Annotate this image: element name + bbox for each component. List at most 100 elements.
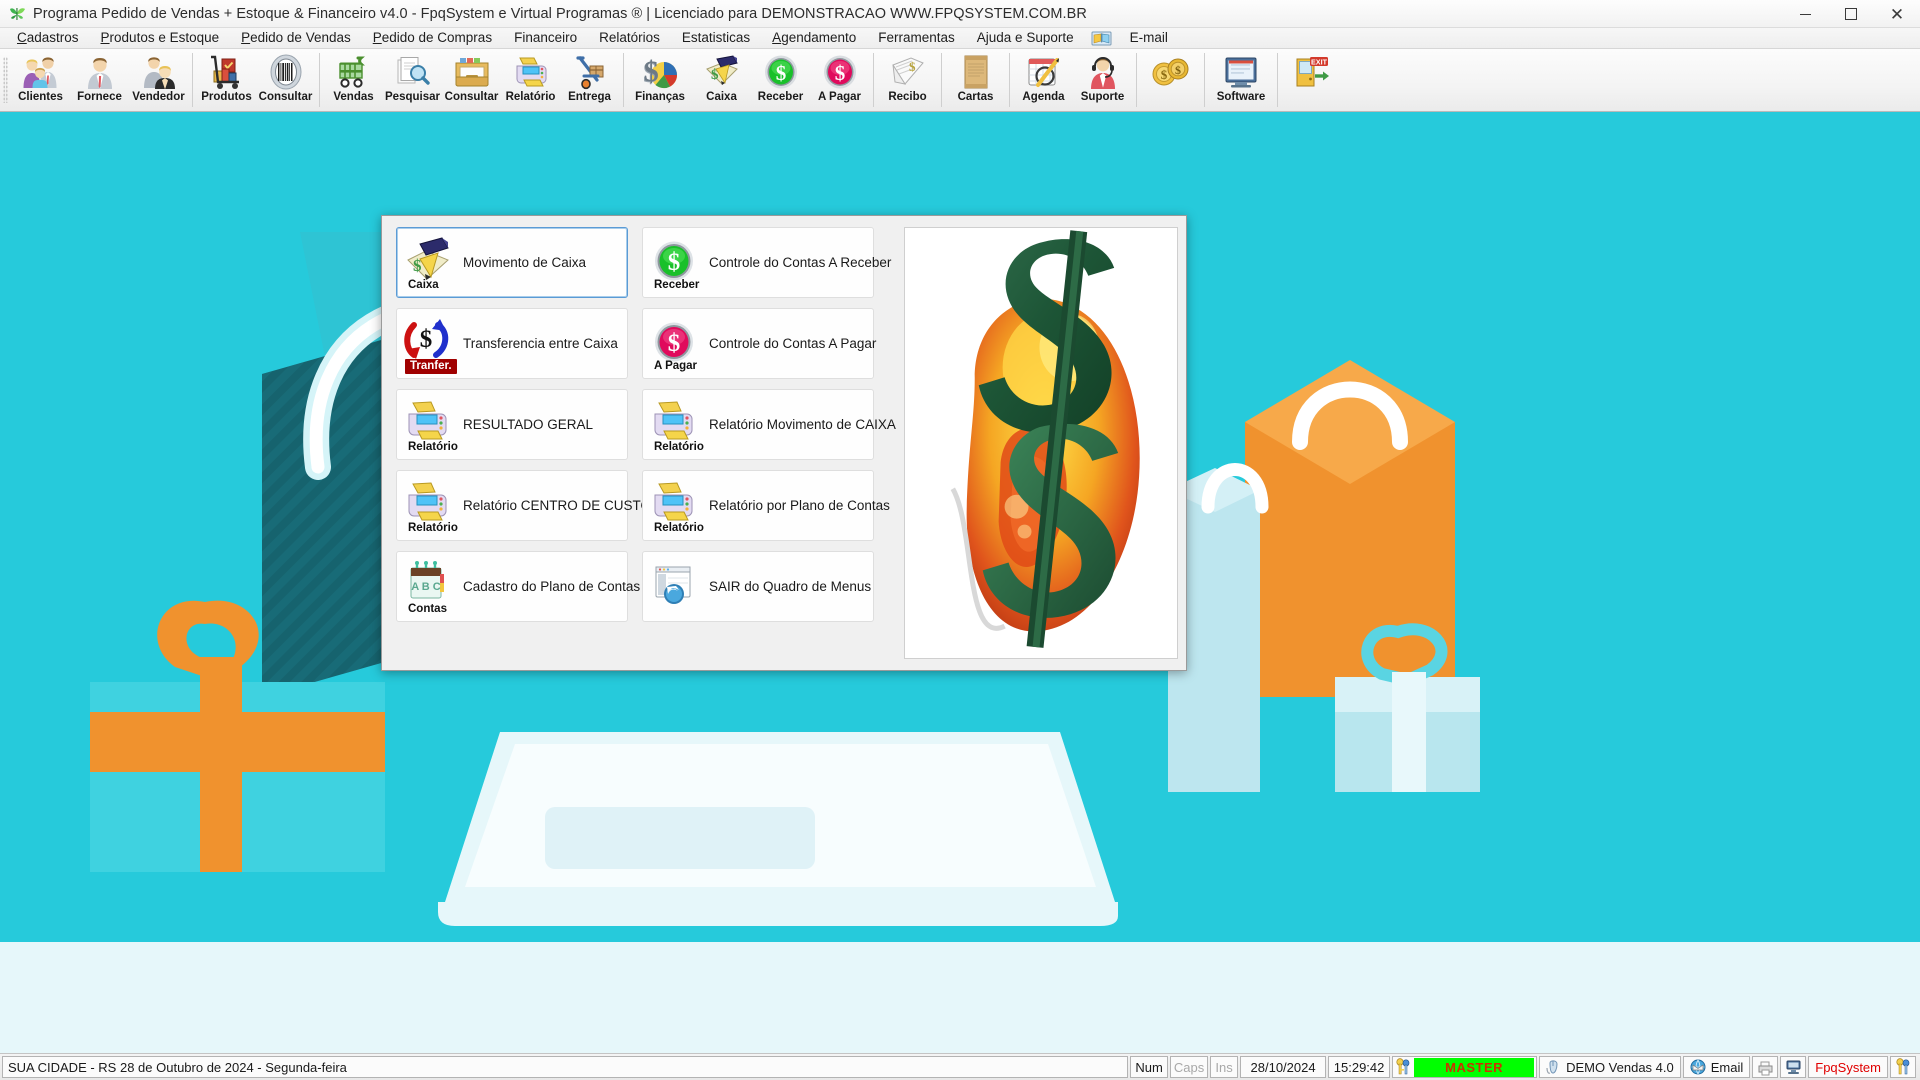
toolbar-button-caixa[interactable]: $ Caixa <box>692 49 751 111</box>
brand-key-icon <box>1890 1056 1916 1078</box>
menu-button-sublabel: Caixa <box>408 279 439 291</box>
toolbar-button-clientes[interactable]: Clientes <box>11 49 70 111</box>
supplier-person-icon <box>82 53 118 90</box>
exit-door-icon: EXIT <box>1293 53 1331 90</box>
menu-item-agendamento[interactable]: Agendamento <box>761 28 867 49</box>
menu-item-financeiro[interactable]: Financeiro <box>503 28 588 49</box>
server-small-icon[interactable] <box>1780 1056 1806 1078</box>
menu-button-relatorio-centro-de-custos[interactable]: Relatório CENTRO DE CUSTOS Relatório <box>396 470 628 541</box>
toolbar-button-a-pagar[interactable]: $ A Pagar <box>810 49 869 111</box>
menu-button-label: Transferencia entre Caixa <box>463 336 618 351</box>
finance-piechart-dollar-icon: $ $ <box>641 53 679 90</box>
maximize-icon[interactable] <box>1828 0 1874 28</box>
svg-text:$: $ <box>1175 63 1181 77</box>
menu-button-label: Cadastro do Plano de Contas <box>463 579 640 594</box>
svg-text:A B C: A B C <box>411 581 441 593</box>
license-mouse-icon <box>1546 1059 1561 1075</box>
toolbar-button-sair[interactable]: EXIT <box>1282 49 1341 111</box>
status-user-level: MASTER <box>1414 1058 1534 1077</box>
status-caps: Caps <box>1170 1056 1208 1078</box>
menu-button-sublabel: A Pagar <box>654 360 697 372</box>
toolbar-button-produtos[interactable]: Produtos <box>197 49 256 111</box>
main-menubar: CCadastrosadastros Produtos e Estoque Pe… <box>0 28 1920 49</box>
toolbar-button-fornece[interactable]: Fornece <box>70 49 129 111</box>
svg-text:$: $ <box>775 61 786 85</box>
toolbar-separator <box>941 53 942 107</box>
main-toolbar: Clientes Fornece <box>0 49 1920 112</box>
svg-text:$: $ <box>909 59 916 74</box>
menu-button-label: Relatório Movimento de CAIXA <box>709 417 896 432</box>
toolbar-button-agenda[interactable]: Agenda <box>1014 49 1073 111</box>
status-user-level-cell: MASTER <box>1392 1056 1537 1078</box>
printer-report-icon <box>645 479 703 527</box>
menu-item-relatorios[interactable]: Relatórios <box>588 28 671 49</box>
toolbar-button-financas[interactable]: $ $ Finanças <box>628 49 692 111</box>
menu-button-contas-a-receber[interactable]: $ Controle do Contas A Receber Receber <box>642 227 874 298</box>
status-brand: FpqSystem <box>1808 1056 1888 1078</box>
menu-button-label: Controle do Contas A Receber <box>709 255 891 270</box>
menu-button-resultado-geral[interactable]: RESULTADO GERAL Relatório <box>396 389 628 460</box>
svg-text:$: $ <box>668 249 681 276</box>
toolbar-group-vendas: Vendas Pesquisar <box>324 49 619 111</box>
menu-item-ajuda-e-suporte[interactable]: Ajuda e Suporte <box>966 28 1085 49</box>
cashbook-icon: $ <box>703 53 741 90</box>
toolbar-drag-handle[interactable] <box>0 49 11 111</box>
toolbar-separator <box>319 53 320 107</box>
menu-row: Relatório CENTRO DE CUSTOS Relatório <box>396 470 896 541</box>
menu-button-relatorio-por-plano-de-contas[interactable]: Relatório por Plano de Contas Relatório <box>642 470 874 541</box>
toolbar-button-suporte[interactable]: Suporte <box>1073 49 1132 111</box>
menu-item-estatisticas[interactable]: Estatisticas <box>671 28 761 49</box>
toolbar-group-cartas: Cartas <box>946 49 1005 111</box>
toolbar-group-comissoes: $ $ <box>1141 49 1200 111</box>
toolbar-button-software[interactable]: Software <box>1209 49 1273 111</box>
toolbar-button-comissoes[interactable]: $ $ <box>1141 49 1200 111</box>
toolbar-label: Suporte <box>1081 91 1124 103</box>
toolbar-button-receber[interactable]: $ Receber <box>751 49 810 111</box>
status-email-cell[interactable]: Email <box>1683 1056 1751 1078</box>
printer-small-icon[interactable] <box>1752 1056 1778 1078</box>
menu-button-relatorio-movimento-caixa[interactable]: Relatório Movimento de CAIXA Relatório <box>642 389 874 460</box>
toolbar-label: Agenda <box>1022 91 1064 103</box>
minimize-icon[interactable] <box>1782 0 1828 28</box>
svg-text:$: $ <box>834 61 845 85</box>
toolbar-button-vendas[interactable]: Vendas <box>324 49 383 111</box>
toolbar-button-consultar-produtos[interactable]: Consultar <box>256 49 315 111</box>
toolbar-button-entrega[interactable]: Entrega <box>560 49 619 111</box>
toolbar-label: Cartas <box>958 91 994 103</box>
toolbar-button-cartas[interactable]: Cartas <box>946 49 1005 111</box>
toolbar-button-vendedor[interactable]: Vendedor <box>129 49 188 111</box>
toolbar-button-pesquisar[interactable]: Pesquisar <box>383 49 442 111</box>
menu-item-email[interactable]: E-mail <box>1119 28 1179 49</box>
toolbar-button-consultar-vendas[interactable]: Consultar <box>442 49 501 111</box>
menu-item-produtos-e-estoque[interactable]: Produtos e Estoque <box>90 28 231 49</box>
window-title: Programa Pedido de Vendas + Estoque & Fi… <box>33 6 1087 22</box>
menu-item-ferramentas[interactable]: Ferramentas <box>867 28 966 49</box>
toolbar-button-recibo[interactable]: $ Recibo <box>878 49 937 111</box>
menu-button-contas-a-pagar[interactable]: $ Controle do Contas A Pagar A Pagar <box>642 308 874 379</box>
toolbar-label: Relatório <box>506 91 556 103</box>
menu-item-cadastros[interactable]: CCadastrosadastros <box>6 28 90 49</box>
svg-text:$: $ <box>1160 67 1167 82</box>
menu-button-transferencia-entre-caixa[interactable]: $ Transferencia entre Caixa Tranfer. <box>396 308 628 379</box>
dialog-decorative-panel <box>904 227 1178 659</box>
menu-button-cadastro-plano-de-contas[interactable]: A B C Cadastro do Plano de Contas Contas <box>396 551 628 622</box>
support-person-icon <box>1085 53 1121 90</box>
toolbar-separator <box>1136 53 1137 107</box>
menu-item-pedido-de-vendas[interactable]: Pedido de Vendas <box>230 28 362 49</box>
help-book-icon[interactable] <box>1089 29 1115 48</box>
pink-dollar-icon: $ <box>645 317 703 365</box>
menu-button-movimento-de-caixa[interactable]: $ Movimento de Caixa Caixa <box>396 227 628 298</box>
printer-report-icon <box>399 479 457 527</box>
search-documents-icon <box>395 53 431 90</box>
toolbar-label: Fornece <box>77 91 122 103</box>
status-num: Num <box>1130 1056 1168 1078</box>
menu-button-sair-do-quadro-de-menus[interactable]: SAIR do Quadro de Menus <box>642 551 874 622</box>
status-bar: SUA CIDADE - RS 28 de Outubro de 2024 - … <box>0 1053 1920 1080</box>
toolbar-button-relatorio-vendas[interactable]: Relatório <box>501 49 560 111</box>
menu-item-pedido-de-compras[interactable]: Pedido de Compras <box>362 28 503 49</box>
close-icon[interactable]: ✕ <box>1874 0 1920 28</box>
toolbar-separator <box>192 53 193 107</box>
abc-accounts-icon: A B C <box>399 560 457 608</box>
menu-button-panel: $ Movimento de Caixa Caixa <box>382 216 904 670</box>
menu-button-sublabel: Relatório <box>408 522 458 534</box>
